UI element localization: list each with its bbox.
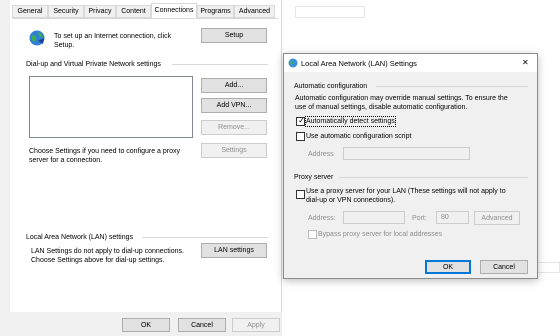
lan-settings-dialog: Local Area Network (LAN) Settings ✕ Auto… <box>283 53 538 279</box>
tab-connections-label: Connections <box>154 7 194 14</box>
dialog-cancel-button[interactable]: Cancel <box>480 260 528 274</box>
auto-config-divider <box>376 86 528 87</box>
tab-general[interactable]: General <box>12 5 48 18</box>
tab-content-label: Content <box>121 8 146 15</box>
checkmark-icon: ✓ <box>298 116 305 125</box>
settings-button[interactable]: Settings <box>201 143 267 158</box>
advanced-button[interactable]: Advanced <box>474 211 520 225</box>
proxy-group-label: Proxy server <box>294 174 334 181</box>
proxy-address-label: Address: <box>308 215 336 222</box>
tab-advanced-label: Advanced <box>238 8 271 15</box>
add-button[interactable]: Add... <box>201 78 267 93</box>
network-settings-icon <box>288 58 298 68</box>
use-script-checkbox[interactable] <box>296 132 305 141</box>
tab-strip: General Security Privacy Content Connect… <box>12 3 278 19</box>
remove-button[interactable]: Remove... <box>201 120 267 135</box>
auto-config-desc-line1: Automatic configuration may override man… <box>295 95 508 102</box>
setup-text-line2: Setup. <box>54 42 75 49</box>
port-field[interactable]: 80 <box>436 211 469 224</box>
auto-detect-label: Automatically detect settings <box>305 116 396 127</box>
dialup-section-divider <box>172 64 268 65</box>
proxy-label-line2: dial-up or VPN connections). <box>306 197 396 204</box>
setup-text-line1: To set up an Internet connection, click <box>54 33 172 40</box>
tab-panel-border <box>12 18 278 19</box>
script-address-field[interactable] <box>343 147 470 160</box>
setup-button[interactable]: Setup <box>201 28 267 43</box>
globe-icon <box>28 29 46 47</box>
connections-listbox[interactable] <box>29 76 193 138</box>
tab-connections[interactable]: Connections <box>151 3 197 19</box>
auto-config-desc-line2: use of manual settings, disable automati… <box>295 104 468 111</box>
dialog-close-icon[interactable]: ✕ <box>522 58 529 67</box>
apply-button[interactable]: Apply <box>232 318 280 332</box>
proxy-checkbox[interactable] <box>296 190 305 199</box>
lan-section-label: Local Area Network (LAN) settings <box>26 234 133 241</box>
cancel-button[interactable]: Cancel <box>178 318 226 332</box>
dialog-ok-button[interactable]: OK <box>425 260 471 274</box>
lan-settings-button[interactable]: LAN settings <box>201 243 267 258</box>
left-window-strip <box>0 0 10 336</box>
auto-config-group-label: Automatic configuration <box>294 83 368 90</box>
port-label: Port: <box>412 215 427 222</box>
tab-general-label: General <box>17 8 43 15</box>
port-value: 80 <box>441 214 449 221</box>
script-address-label: Address <box>308 151 334 158</box>
internet-options-window <box>0 0 282 336</box>
auto-detect-checkbox[interactable]: ✓ <box>296 116 305 126</box>
lan-section-divider <box>142 237 268 238</box>
add-vpn-button[interactable]: Add VPN... <box>201 98 267 113</box>
tab-content[interactable]: Content <box>116 5 151 18</box>
bypass-label: Bypass proxy server for local addresses <box>318 231 443 238</box>
lan-text-line1: LAN Settings do not apply to dial-up con… <box>31 248 184 255</box>
use-script-label: Use automatic configuration script <box>306 133 412 140</box>
ok-button[interactable]: OK <box>122 318 170 332</box>
tab-security-label: Security <box>53 8 79 15</box>
dialog-title: Local Area Network (LAN) Settings <box>301 59 417 68</box>
tab-advanced[interactable]: Advanced <box>234 5 275 18</box>
bypass-checkbox[interactable] <box>308 230 317 239</box>
tab-privacy-label: Privacy <box>88 8 112 15</box>
proxy-label-line1: Use a proxy server for your LAN (These s… <box>306 188 506 195</box>
background-field <box>295 6 365 18</box>
dialup-section-label: Dial-up and Virtual Private Network sett… <box>26 61 161 68</box>
tab-security[interactable]: Security <box>48 5 84 18</box>
proxy-group-divider <box>339 177 528 178</box>
tab-programs[interactable]: Programs <box>197 5 234 18</box>
settings-text-line2: server for a connection. <box>29 157 103 164</box>
lan-text-line2: Choose Settings above for dial-up settin… <box>31 257 165 264</box>
tab-programs-label: Programs <box>200 8 231 15</box>
proxy-address-field[interactable] <box>343 211 405 224</box>
settings-text-line1: Choose Settings if you need to configure… <box>29 148 180 155</box>
tab-privacy[interactable]: Privacy <box>84 5 116 18</box>
